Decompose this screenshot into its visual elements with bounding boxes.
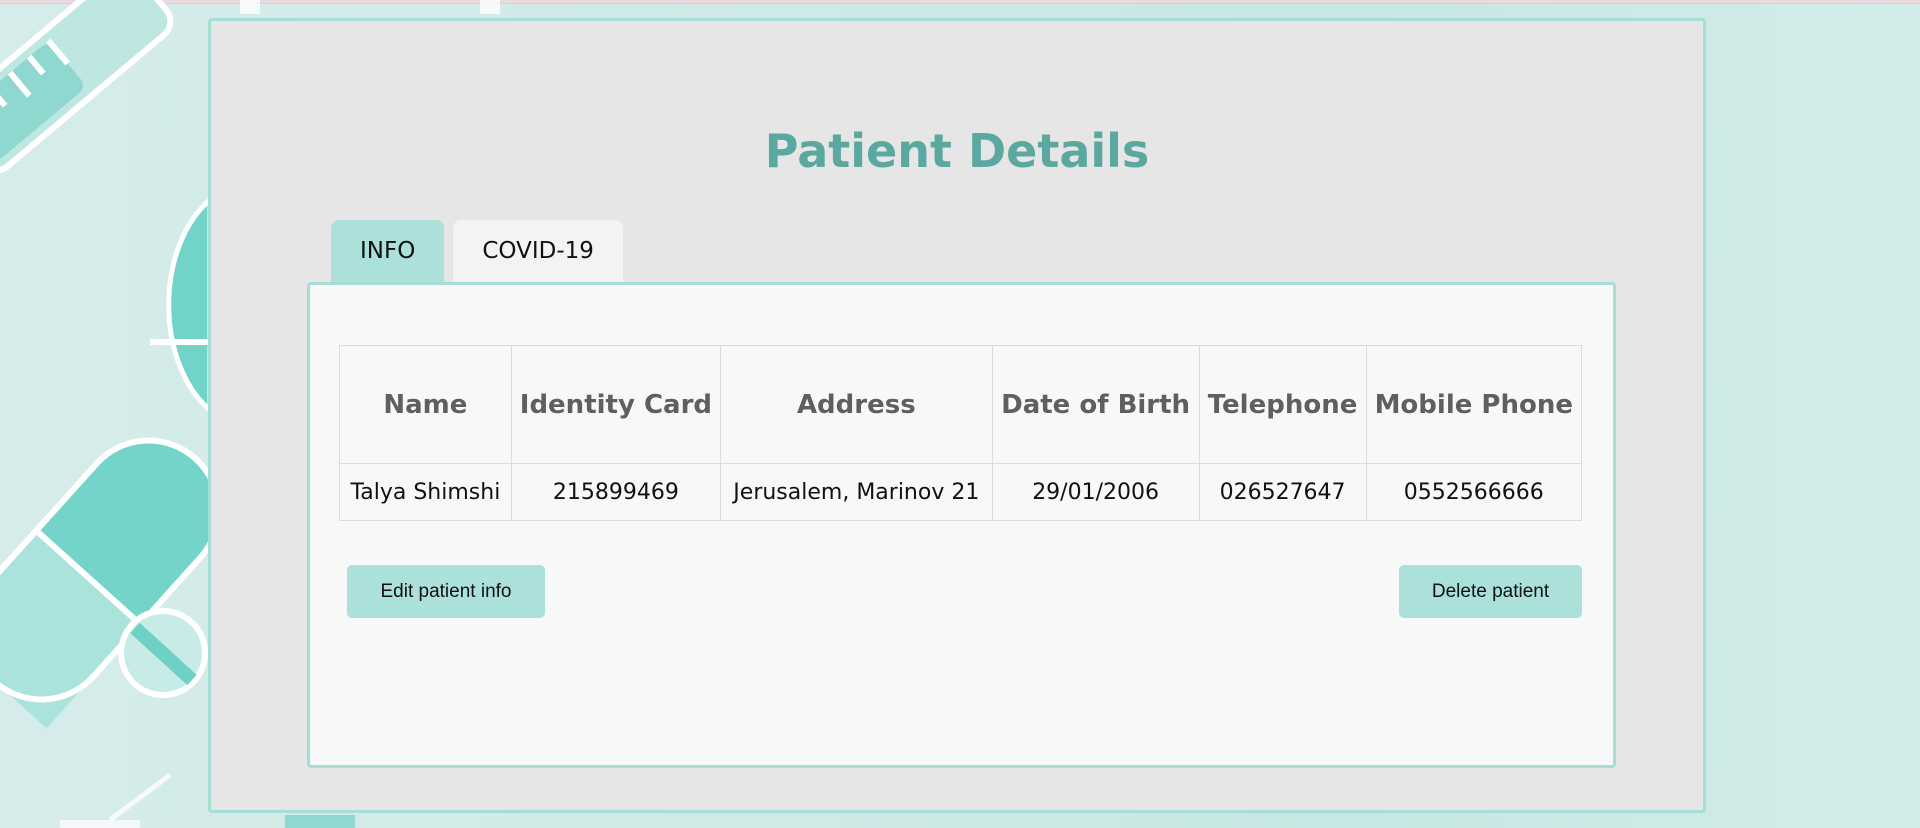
column-header-identity-card: Identity Card xyxy=(510,345,722,464)
table-header-row: Name Identity Card Address Date of Birth… xyxy=(339,345,1583,464)
decor-line xyxy=(108,773,172,822)
column-header-mobile-phone: Mobile Phone xyxy=(1365,345,1583,464)
cell-date-of-birth: 29/01/2006 xyxy=(991,463,1200,521)
decor-bar xyxy=(480,0,500,14)
decor-bar xyxy=(285,815,355,828)
tab-content-info: Name Identity Card Address Date of Birth… xyxy=(307,282,1616,768)
tab-covid-19[interactable]: COVID-19 xyxy=(453,220,623,282)
cell-address: Jerusalem, Marinov 21 xyxy=(720,463,993,521)
cell-telephone: 026527647 xyxy=(1198,463,1367,521)
column-header-telephone: Telephone xyxy=(1198,345,1367,464)
patient-details-panel: Patient Details INFO COVID-19 Name Ident… xyxy=(208,18,1706,813)
tablet-icon xyxy=(118,608,208,698)
decor-bar xyxy=(60,820,140,828)
table-row: Talya Shimshi 215899469 Jerusalem, Marin… xyxy=(339,463,1583,521)
edit-patient-info-button[interactable]: Edit patient info xyxy=(347,565,545,618)
tab-info[interactable]: INFO xyxy=(331,220,445,282)
column-header-name: Name xyxy=(339,345,512,464)
patient-info-table: Name Identity Card Address Date of Birth… xyxy=(339,345,1583,521)
cell-identity-card: 215899469 xyxy=(510,463,722,521)
column-header-date-of-birth: Date of Birth xyxy=(991,345,1200,464)
page-title: Patient Details xyxy=(764,124,1150,178)
column-header-address: Address xyxy=(720,345,993,464)
decor-bar xyxy=(240,0,260,14)
delete-patient-button[interactable]: Delete patient xyxy=(1399,565,1582,618)
syringe-icon xyxy=(0,0,174,174)
cell-name: Talya Shimshi xyxy=(339,463,512,521)
pill-capsule-icon xyxy=(150,194,213,416)
cell-mobile-phone: 0552566666 xyxy=(1365,463,1583,521)
tab-bar: INFO COVID-19 xyxy=(331,220,623,282)
